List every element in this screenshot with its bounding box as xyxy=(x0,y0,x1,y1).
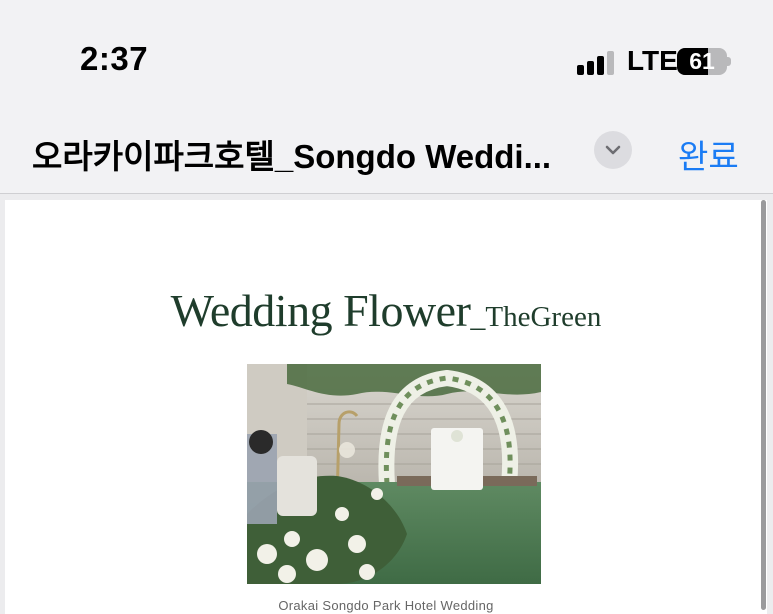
navigation-bar: 오라카이파크호텔_Songdo Weddi... 완료 xyxy=(0,110,773,194)
status-time: 2:37 xyxy=(80,40,149,77)
chevron-down-icon xyxy=(605,145,621,155)
photo-caption: Orakai Songdo Park Hotel Wedding xyxy=(278,598,494,613)
status-bar: 2:37 LTE 61 xyxy=(0,0,773,110)
battery-level: 61 xyxy=(689,48,715,74)
heading-main: Wedding Flower xyxy=(170,285,471,336)
document-page: Wedding Flower_TheGreen Orakai Songdo Pa… xyxy=(5,200,767,614)
vertical-scrollbar[interactable] xyxy=(761,200,766,610)
document-heading: Wedding Flower_TheGreen xyxy=(5,284,767,337)
cellular-signal-icon xyxy=(577,51,617,75)
title-menu-button[interactable] xyxy=(594,131,632,169)
network-type: LTE xyxy=(627,45,678,76)
wedding-ceremony-photo xyxy=(247,364,541,584)
document-title[interactable]: 오라카이파크호텔_Songdo Weddi... xyxy=(32,130,577,178)
done-button[interactable]: 완료 xyxy=(678,130,739,178)
document-viewer[interactable]: Wedding Flower_TheGreen Orakai Songdo Pa… xyxy=(0,194,773,614)
heading-separator: _ xyxy=(470,300,486,333)
heading-sub: TheGreen xyxy=(485,301,602,333)
battery-icon: 61 xyxy=(677,48,731,75)
